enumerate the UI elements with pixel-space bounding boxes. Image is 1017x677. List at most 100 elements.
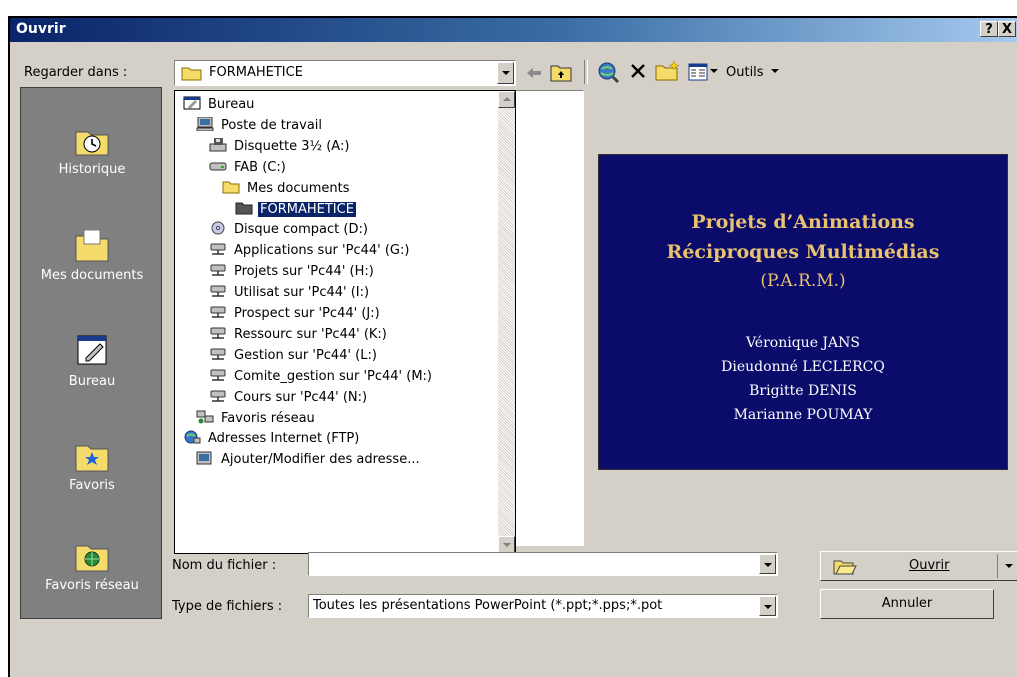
dropdown-item[interactable]: Utilisat sur 'Pc44' (I:): [209, 283, 371, 303]
preview-title-line3: (P.A.R.M.): [760, 271, 846, 291]
toolbar-separator: [584, 60, 588, 84]
folder-open-icon: [235, 201, 253, 215]
ftp-icon: [183, 430, 201, 444]
close-button[interactable]: X: [998, 21, 1016, 37]
dropdown-item-label: Applications sur 'Pc44' (G:): [234, 243, 410, 259]
preview-author: Brigitte DENIS: [749, 383, 857, 399]
dropdown-item-label: Poste de travail: [221, 117, 323, 133]
network-drive-icon: [209, 284, 227, 298]
harddrive-icon: [209, 159, 227, 173]
dropdown-item[interactable]: Disque compact (D:): [209, 220, 370, 240]
dropdown-item-label: Bureau: [208, 97, 255, 112]
filetype-dropdown-arrow[interactable]: [759, 596, 776, 616]
place-label: Mes documents: [40, 268, 144, 283]
preview-pane: Projets d’Animations Réciproques Multimé…: [598, 154, 1008, 470]
place-my-documents[interactable]: Mes documents: [21, 224, 163, 283]
dropdown-item[interactable]: FAB (C:): [209, 158, 288, 178]
help-button[interactable]: ?: [980, 21, 998, 37]
look-in-combobox[interactable]: FORMAHETICE: [174, 60, 516, 86]
search-web-icon[interactable]: [596, 60, 620, 84]
back-icon[interactable]: [525, 66, 543, 80]
scroll-down-icon: [503, 543, 511, 547]
my-documents-icon: [75, 229, 109, 262]
network-drive-icon: [209, 368, 227, 382]
look-in-dropdown-list[interactable]: Bureau Poste de travail Disquette 3½ (A:) F…: [174, 90, 516, 554]
dropdown-item-label: Projets sur 'Pc44' (H:): [234, 264, 374, 280]
views-dropdown-icon[interactable]: [710, 69, 718, 75]
preview-author: Véronique JANS: [745, 335, 860, 351]
filename-label: Nom du fichier :: [172, 558, 277, 573]
network-drive-icon: [209, 389, 227, 403]
computer-icon: [196, 116, 214, 132]
folder-icon: [222, 180, 240, 194]
dropdown-item[interactable]: Prospect sur 'Pc44' (J:): [209, 304, 382, 324]
favorites-icon: [75, 445, 109, 472]
floppy-icon: [209, 137, 227, 152]
open-dialog: Ouvrir ? X Regarder dans : FORMAHETICE O…: [8, 16, 1017, 677]
place-history[interactable]: Historique: [21, 118, 163, 177]
dropdown-item-label: Gestion sur 'Pc44' (L:): [234, 347, 377, 363]
dropdown-item[interactable]: Ressourc sur 'Pc44' (K:): [209, 325, 389, 345]
dropdown-item[interactable]: Adresses Internet (FTP): [183, 429, 361, 449]
dropdown-item[interactable]: FORMAHETICE: [235, 200, 357, 220]
filetype-value: Toutes les présentations PowerPoint (*.p…: [313, 598, 663, 613]
cancel-button-label: Annuler: [881, 596, 933, 611]
scroll-up-button[interactable]: [498, 91, 515, 108]
desktop-icon: [183, 96, 201, 110]
dropdown-item-label: FORMAHETICE: [257, 200, 357, 218]
up-one-level-icon[interactable]: [550, 62, 572, 82]
cdrom-icon: [209, 221, 227, 235]
dropdown-item[interactable]: Gestion sur 'Pc44' (L:): [209, 346, 379, 366]
dropdown-item[interactable]: Projets sur 'Pc44' (H:): [209, 262, 376, 282]
dropdown-item[interactable]: Favoris réseau: [196, 409, 317, 429]
dropdown-item[interactable]: Ajouter/Modifier des adresse...: [196, 450, 422, 470]
dropdown-item[interactable]: Bureau: [183, 95, 256, 115]
history-icon: [75, 131, 109, 156]
network-drive-icon: [209, 242, 227, 256]
tools-menu-label[interactable]: Outils: [726, 65, 764, 80]
dropdown-item[interactable]: Cours sur 'Pc44' (N:): [209, 388, 369, 408]
network-places-icon: [196, 410, 214, 424]
views-icon[interactable]: [688, 63, 708, 81]
delete-icon[interactable]: [629, 62, 647, 80]
dropdown-scrollbar[interactable]: [498, 91, 515, 553]
dropdown-item[interactable]: Comite_gestion sur 'Pc44' (M:): [209, 367, 434, 387]
cancel-button[interactable]: Annuler: [820, 589, 994, 619]
dropdown-item[interactable]: Mes documents: [222, 179, 351, 199]
place-desktop[interactable]: Bureau: [21, 330, 163, 389]
new-folder-icon[interactable]: [655, 60, 681, 82]
preview-title-line2: Réciproques Multimédias: [666, 241, 940, 263]
network-drive-icon: [209, 347, 227, 361]
tools-dropdown-icon[interactable]: [771, 69, 779, 75]
filename-dropdown-arrow[interactable]: [759, 554, 776, 574]
place-favorites[interactable]: Favoris: [21, 434, 163, 493]
title-bar[interactable]: Ouvrir ? X: [10, 18, 1017, 42]
dropdown-item[interactable]: Disquette 3½ (A:): [209, 137, 351, 157]
folder-icon: [181, 67, 202, 81]
dropdown-item[interactable]: Poste de travail: [196, 116, 324, 136]
filename-combobox[interactable]: [308, 552, 778, 576]
look-in-label: Regarder dans :: [24, 65, 128, 80]
dropdown-item[interactable]: Applications sur 'Pc44' (G:): [209, 241, 411, 261]
dropdown-item-label: Utilisat sur 'Pc44' (I:): [234, 285, 370, 301]
place-network-favorites[interactable]: Favoris réseau: [21, 534, 163, 593]
scroll-down-button[interactable]: [498, 536, 515, 553]
open-options-icon[interactable]: [1005, 564, 1013, 570]
preview-author: Dieudonné LECLERCQ: [721, 359, 885, 375]
place-label: Favoris: [69, 478, 115, 493]
open-button-label: Ouvrir: [909, 558, 950, 573]
desktop-icon: [77, 335, 107, 365]
place-label: Bureau: [68, 374, 116, 389]
filetype-combobox[interactable]: Toutes les présentations PowerPoint (*.p…: [308, 594, 778, 618]
network-favorites-icon: [75, 545, 109, 572]
place-label: Favoris réseau: [45, 578, 139, 593]
look-in-dropdown-arrow[interactable]: [497, 62, 514, 84]
open-folder-icon: [833, 560, 857, 575]
network-drive-icon: [209, 326, 227, 340]
dropdown-item-label: Favoris réseau: [221, 410, 315, 426]
dropdown-item-label: Prospect sur 'Pc44' (J:): [234, 306, 380, 321]
preview-title-line1: Projets d’Animations: [691, 211, 915, 233]
open-button[interactable]: Ouvrir: [820, 551, 1017, 581]
place-label: Historique: [58, 162, 126, 177]
dropdown-item-label: Comite_gestion sur 'Pc44' (M:): [234, 368, 432, 384]
